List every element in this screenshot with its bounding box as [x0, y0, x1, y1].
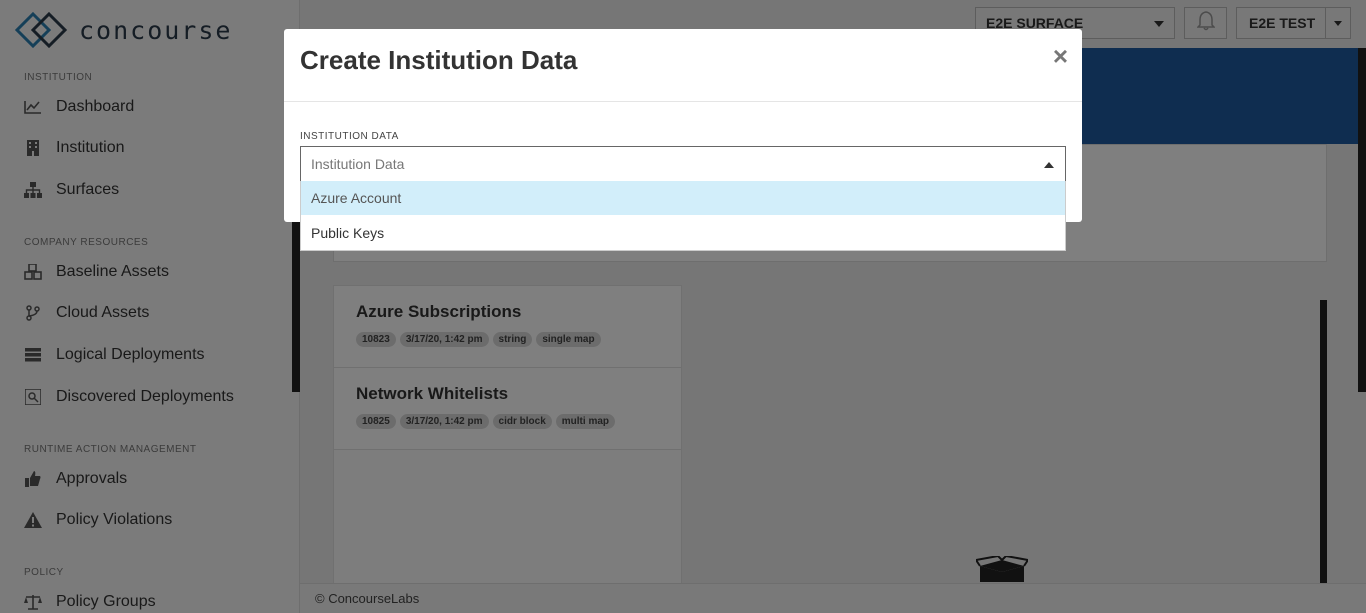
field-label: INSTITUTION DATA: [300, 131, 399, 142]
option-public-keys[interactable]: Public Keys: [301, 216, 1065, 250]
modal-header: Create Institution Data ×: [284, 29, 1082, 102]
chevron-up-icon[interactable]: [1044, 162, 1054, 168]
institution-data-input[interactable]: [301, 147, 1021, 181]
close-icon[interactable]: ×: [1053, 43, 1068, 69]
modal-title: Create Institution Data: [300, 45, 578, 75]
option-azure-account[interactable]: Azure Account: [301, 181, 1065, 215]
institution-data-combobox[interactable]: [300, 146, 1066, 182]
dropdown-menu: Azure Account Public Keys: [300, 181, 1066, 251]
